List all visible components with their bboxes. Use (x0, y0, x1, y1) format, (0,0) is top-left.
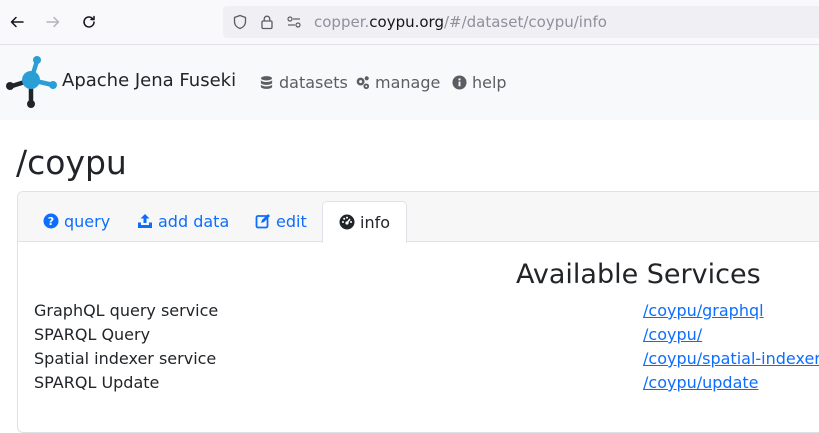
fuseki-logo[interactable] (4, 55, 58, 109)
service-link[interactable]: /coypu/ (643, 325, 702, 345)
cogs-icon (356, 75, 370, 89)
browser-toolbar: copper.coypu.org/#/dataset/coypu/info (0, 0, 819, 45)
tab-add-data[interactable]: add data (137, 202, 229, 240)
edit-icon (255, 214, 270, 229)
nav-help-label: help (472, 72, 507, 92)
service-link[interactable]: /coypu/update (643, 373, 759, 393)
url-subdomain: copper. (314, 13, 370, 31)
tab-edit-label: edit (276, 211, 307, 231)
tab-edit[interactable]: edit (255, 202, 307, 240)
tab-info[interactable]: info (322, 201, 408, 243)
tab-query-label: query (64, 211, 111, 231)
service-name: Spatial indexer service (34, 349, 217, 368)
reload-button[interactable] (75, 8, 103, 36)
svg-text:?: ? (48, 215, 54, 228)
url-text[interactable]: copper.coypu.org/#/dataset/coypu/info (314, 13, 607, 31)
tab-query[interactable]: ? query (43, 202, 110, 240)
nav-datasets[interactable]: datasets (259, 71, 348, 93)
nav-manage-label: manage (375, 72, 441, 92)
dashboard-icon (339, 214, 355, 230)
service-row: SPARQL Update /coypu/update (34, 371, 819, 395)
lock-icon[interactable] (259, 14, 275, 30)
services-heading: Available Services (516, 259, 761, 290)
service-name: SPARQL Update (34, 373, 160, 392)
forward-button[interactable] (39, 8, 67, 36)
brand-title[interactable]: Apache Jena Fuseki (62, 70, 236, 92)
question-circle-icon: ? (43, 213, 59, 229)
service-row: Spatial indexer service /coypu/spatial-i… (34, 347, 819, 371)
service-name: SPARQL Query (34, 325, 151, 344)
shield-icon[interactable] (232, 14, 248, 30)
info-circle-icon (452, 74, 467, 90)
service-row: SPARQL Query /coypu/ (34, 323, 819, 347)
app-navbar: Apache Jena Fuseki datasets manage help (0, 45, 819, 120)
tab-info-label: info (360, 212, 391, 232)
upload-icon (138, 214, 152, 228)
url-domain: coypu.org (369, 13, 444, 31)
nav-datasets-label: datasets (279, 72, 348, 92)
arrow-right-icon (46, 16, 60, 28)
tab-add-data-label: add data (158, 211, 230, 231)
service-row: GraphQL query service /coypu/graphql (34, 299, 819, 323)
permissions-icon[interactable] (286, 14, 302, 30)
url-path: /#/dataset/coypu/info (443, 13, 607, 31)
service-link[interactable]: /coypu/graphql (643, 301, 764, 321)
back-button[interactable] (3, 8, 31, 36)
tab-bar: ? query add data edit info (18, 192, 819, 243)
page-title: /coypu (16, 143, 127, 182)
database-icon (260, 75, 273, 89)
nav-help[interactable]: help (452, 71, 507, 93)
service-name: GraphQL query service (34, 301, 219, 320)
nav-manage[interactable]: manage (355, 71, 440, 93)
service-link[interactable]: /coypu/spatial-indexer (643, 349, 819, 369)
arrow-left-icon (10, 16, 24, 28)
reload-icon (83, 15, 95, 28)
url-bar[interactable]: copper.coypu.org/#/dataset/coypu/info (223, 6, 819, 38)
